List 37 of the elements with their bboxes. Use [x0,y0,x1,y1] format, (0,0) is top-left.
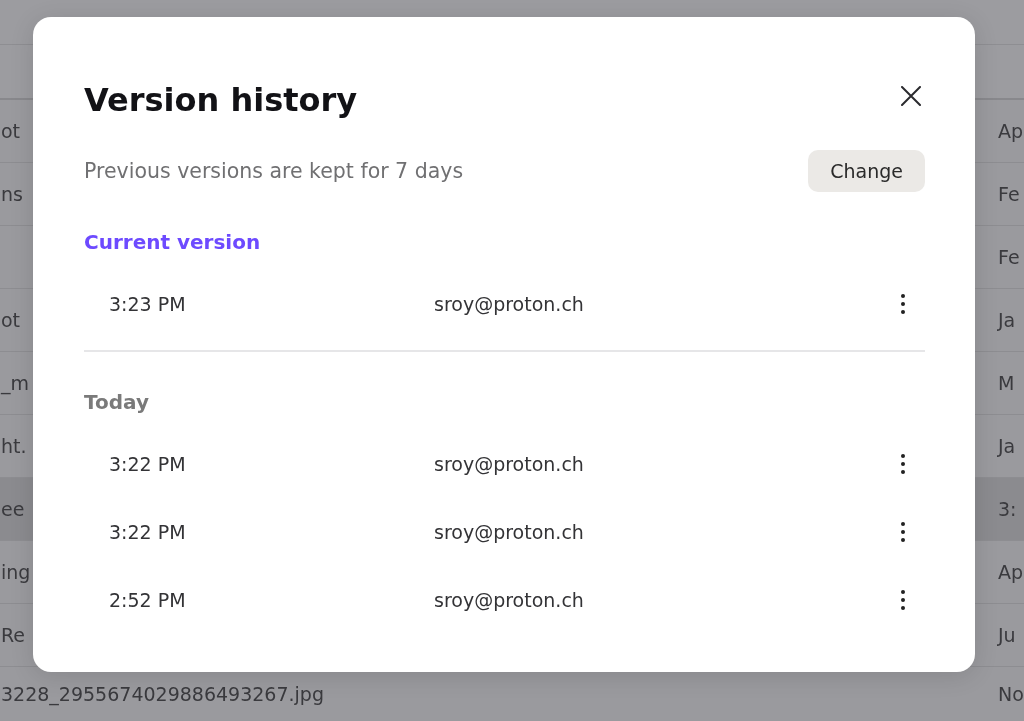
modified-date: 3: [998,498,1018,520]
file-name: _m [0,372,29,394]
file-name: ht. [0,435,27,457]
file-name: 3228_2955674029886493267.jpg [0,683,324,705]
modified-date: Ja [998,435,1017,457]
modified-date: Fe [998,183,1021,205]
file-name: ns [0,183,23,205]
version-author: sroy@proton.ch [434,293,584,315]
modified-date: Ap [998,561,1024,583]
version-author: sroy@proton.ch [434,521,584,543]
close-icon [901,86,921,106]
vertical-dots-icon [901,294,905,314]
file-name: ing [0,561,31,583]
change-button[interactable]: Change [808,150,925,192]
modified-date: Ja [998,309,1017,331]
vertical-dots-icon [901,454,905,474]
modified-date: Ap [998,120,1024,142]
version-time: 3:23 PM [109,293,187,315]
modified-date: No [998,683,1024,705]
version-time: 3:22 PM [109,521,187,543]
file-name: ot [0,309,21,331]
vertical-dots-icon [901,522,905,542]
modified-date: Fe [998,246,1021,268]
file-name: Re [0,624,26,646]
version-time: 3:22 PM [109,453,187,475]
dialog-title: Version history [84,80,358,121]
retention-note: Previous versions are kept for 7 days [84,159,464,183]
section-heading: Current version [84,229,262,256]
file-name: ee [0,498,25,520]
file-name: ot [0,120,21,142]
version-author: sroy@proton.ch [434,589,584,611]
version-time: 2:52 PM [109,589,187,611]
section-heading: Today [84,389,150,416]
version-author: sroy@proton.ch [434,453,584,475]
modified-date: M [998,372,1016,394]
modified-date: Ju [998,624,1017,646]
vertical-dots-icon [901,590,905,610]
